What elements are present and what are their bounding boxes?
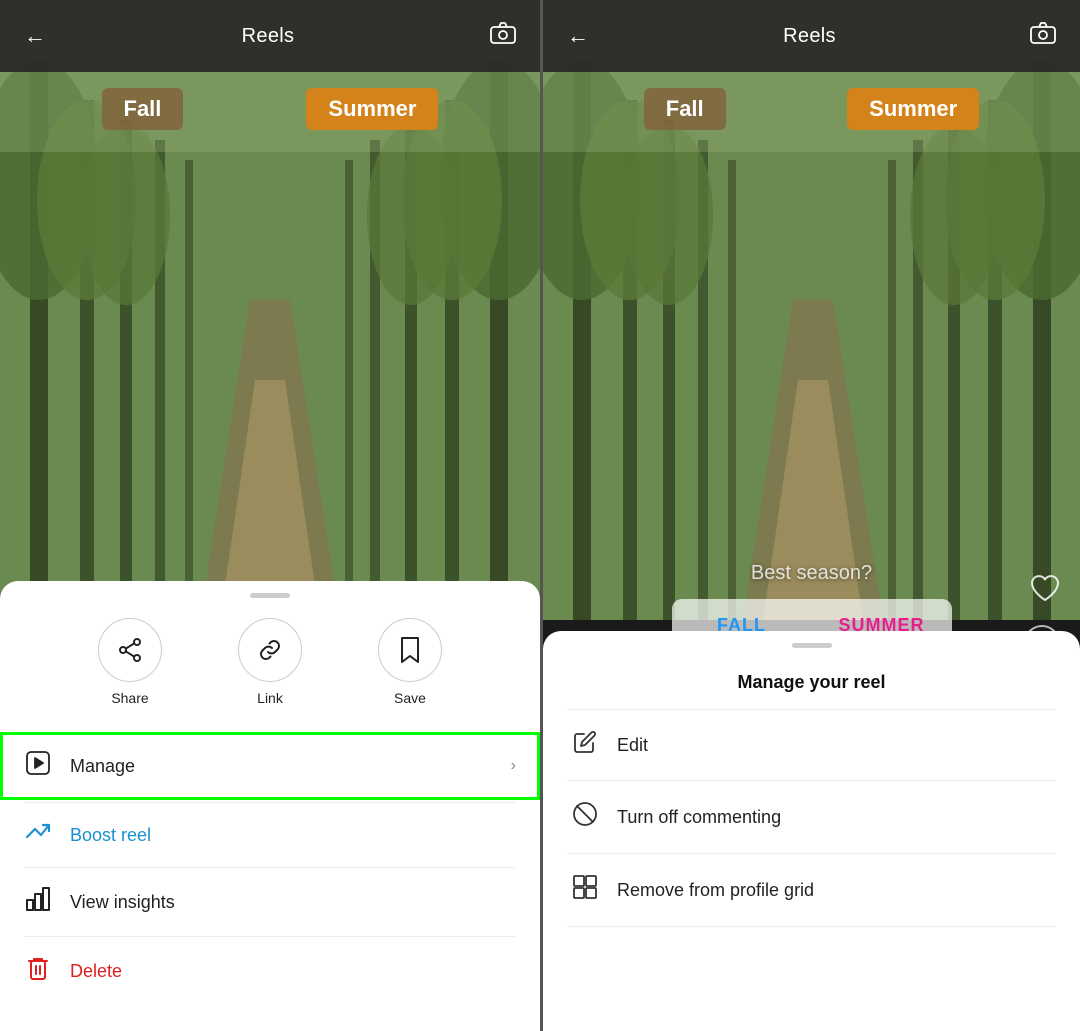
insights-text: View insights (70, 892, 516, 913)
boost-reel-item[interactable]: Boost reel (0, 803, 540, 867)
right-back-button[interactable]: ← (567, 23, 589, 49)
left-panel: ← Reels (0, 0, 540, 1031)
delete-text: Delete (70, 961, 516, 982)
save-circle (378, 618, 442, 682)
right-fall-tag: Fall (644, 88, 726, 130)
poll-question: Best season? (751, 562, 872, 585)
right-header: ← Reels (543, 0, 1080, 72)
edit-item[interactable]: Edit (543, 710, 1080, 780)
remove-from-grid-item[interactable]: Remove from profile grid (543, 854, 1080, 926)
manage-menu-item[interactable]: Manage › (0, 732, 540, 800)
share-circle (98, 618, 162, 682)
edit-text: Edit (617, 735, 648, 756)
right-manage-sheet: Manage your reel Edit Turn off commentin… (543, 631, 1080, 1031)
left-bottom-sheet: Share Link Save (0, 581, 540, 1031)
delete-icon (24, 955, 52, 987)
left-fall-tag: Fall (102, 88, 184, 130)
right-panel: ← Reels (540, 0, 1080, 1031)
left-back-button[interactable]: ← (24, 23, 46, 49)
share-action[interactable]: Share (98, 618, 162, 706)
manage-text: Manage (70, 756, 516, 777)
delete-item[interactable]: Delete (0, 937, 540, 1005)
left-header-title: Reels (242, 25, 295, 48)
edit-icon (571, 730, 599, 760)
left-sheet-handle (250, 593, 290, 598)
link-label: Link (257, 690, 283, 706)
insights-icon (24, 886, 52, 918)
heart-icon[interactable] (1030, 575, 1060, 611)
insights-item[interactable]: View insights (0, 868, 540, 936)
right-camera-icon[interactable] (1030, 22, 1056, 50)
manage-icon (24, 750, 52, 782)
right-summer-tag: Summer (847, 88, 979, 130)
link-action[interactable]: Link (238, 618, 302, 706)
remove-from-grid-icon (571, 874, 599, 906)
save-action[interactable]: Save (378, 618, 442, 706)
left-header: ← Reels (0, 0, 540, 72)
left-summer-tag: Summer (306, 88, 438, 130)
turn-off-commenting-icon (571, 801, 599, 833)
boost-icon (24, 821, 52, 849)
right-season-tags: Fall Summer (543, 88, 1080, 130)
share-label: Share (111, 690, 148, 706)
left-camera-icon[interactable] (490, 22, 516, 50)
remove-from-grid-text: Remove from profile grid (617, 880, 814, 901)
manage-sheet-title: Manage your reel (543, 668, 1080, 709)
save-label: Save (394, 690, 426, 706)
left-season-tags: Fall Summer (0, 88, 540, 130)
boost-text: Boost reel (70, 825, 516, 846)
turn-off-commenting-item[interactable]: Turn off commenting (543, 781, 1080, 853)
turn-off-commenting-text: Turn off commenting (617, 807, 781, 828)
right-header-title: Reels (783, 25, 836, 48)
right-divider-3 (567, 926, 1056, 927)
link-circle (238, 618, 302, 682)
right-sheet-handle (792, 643, 832, 648)
manage-chevron: › (511, 757, 516, 775)
left-action-row: Share Link Save (0, 618, 540, 730)
